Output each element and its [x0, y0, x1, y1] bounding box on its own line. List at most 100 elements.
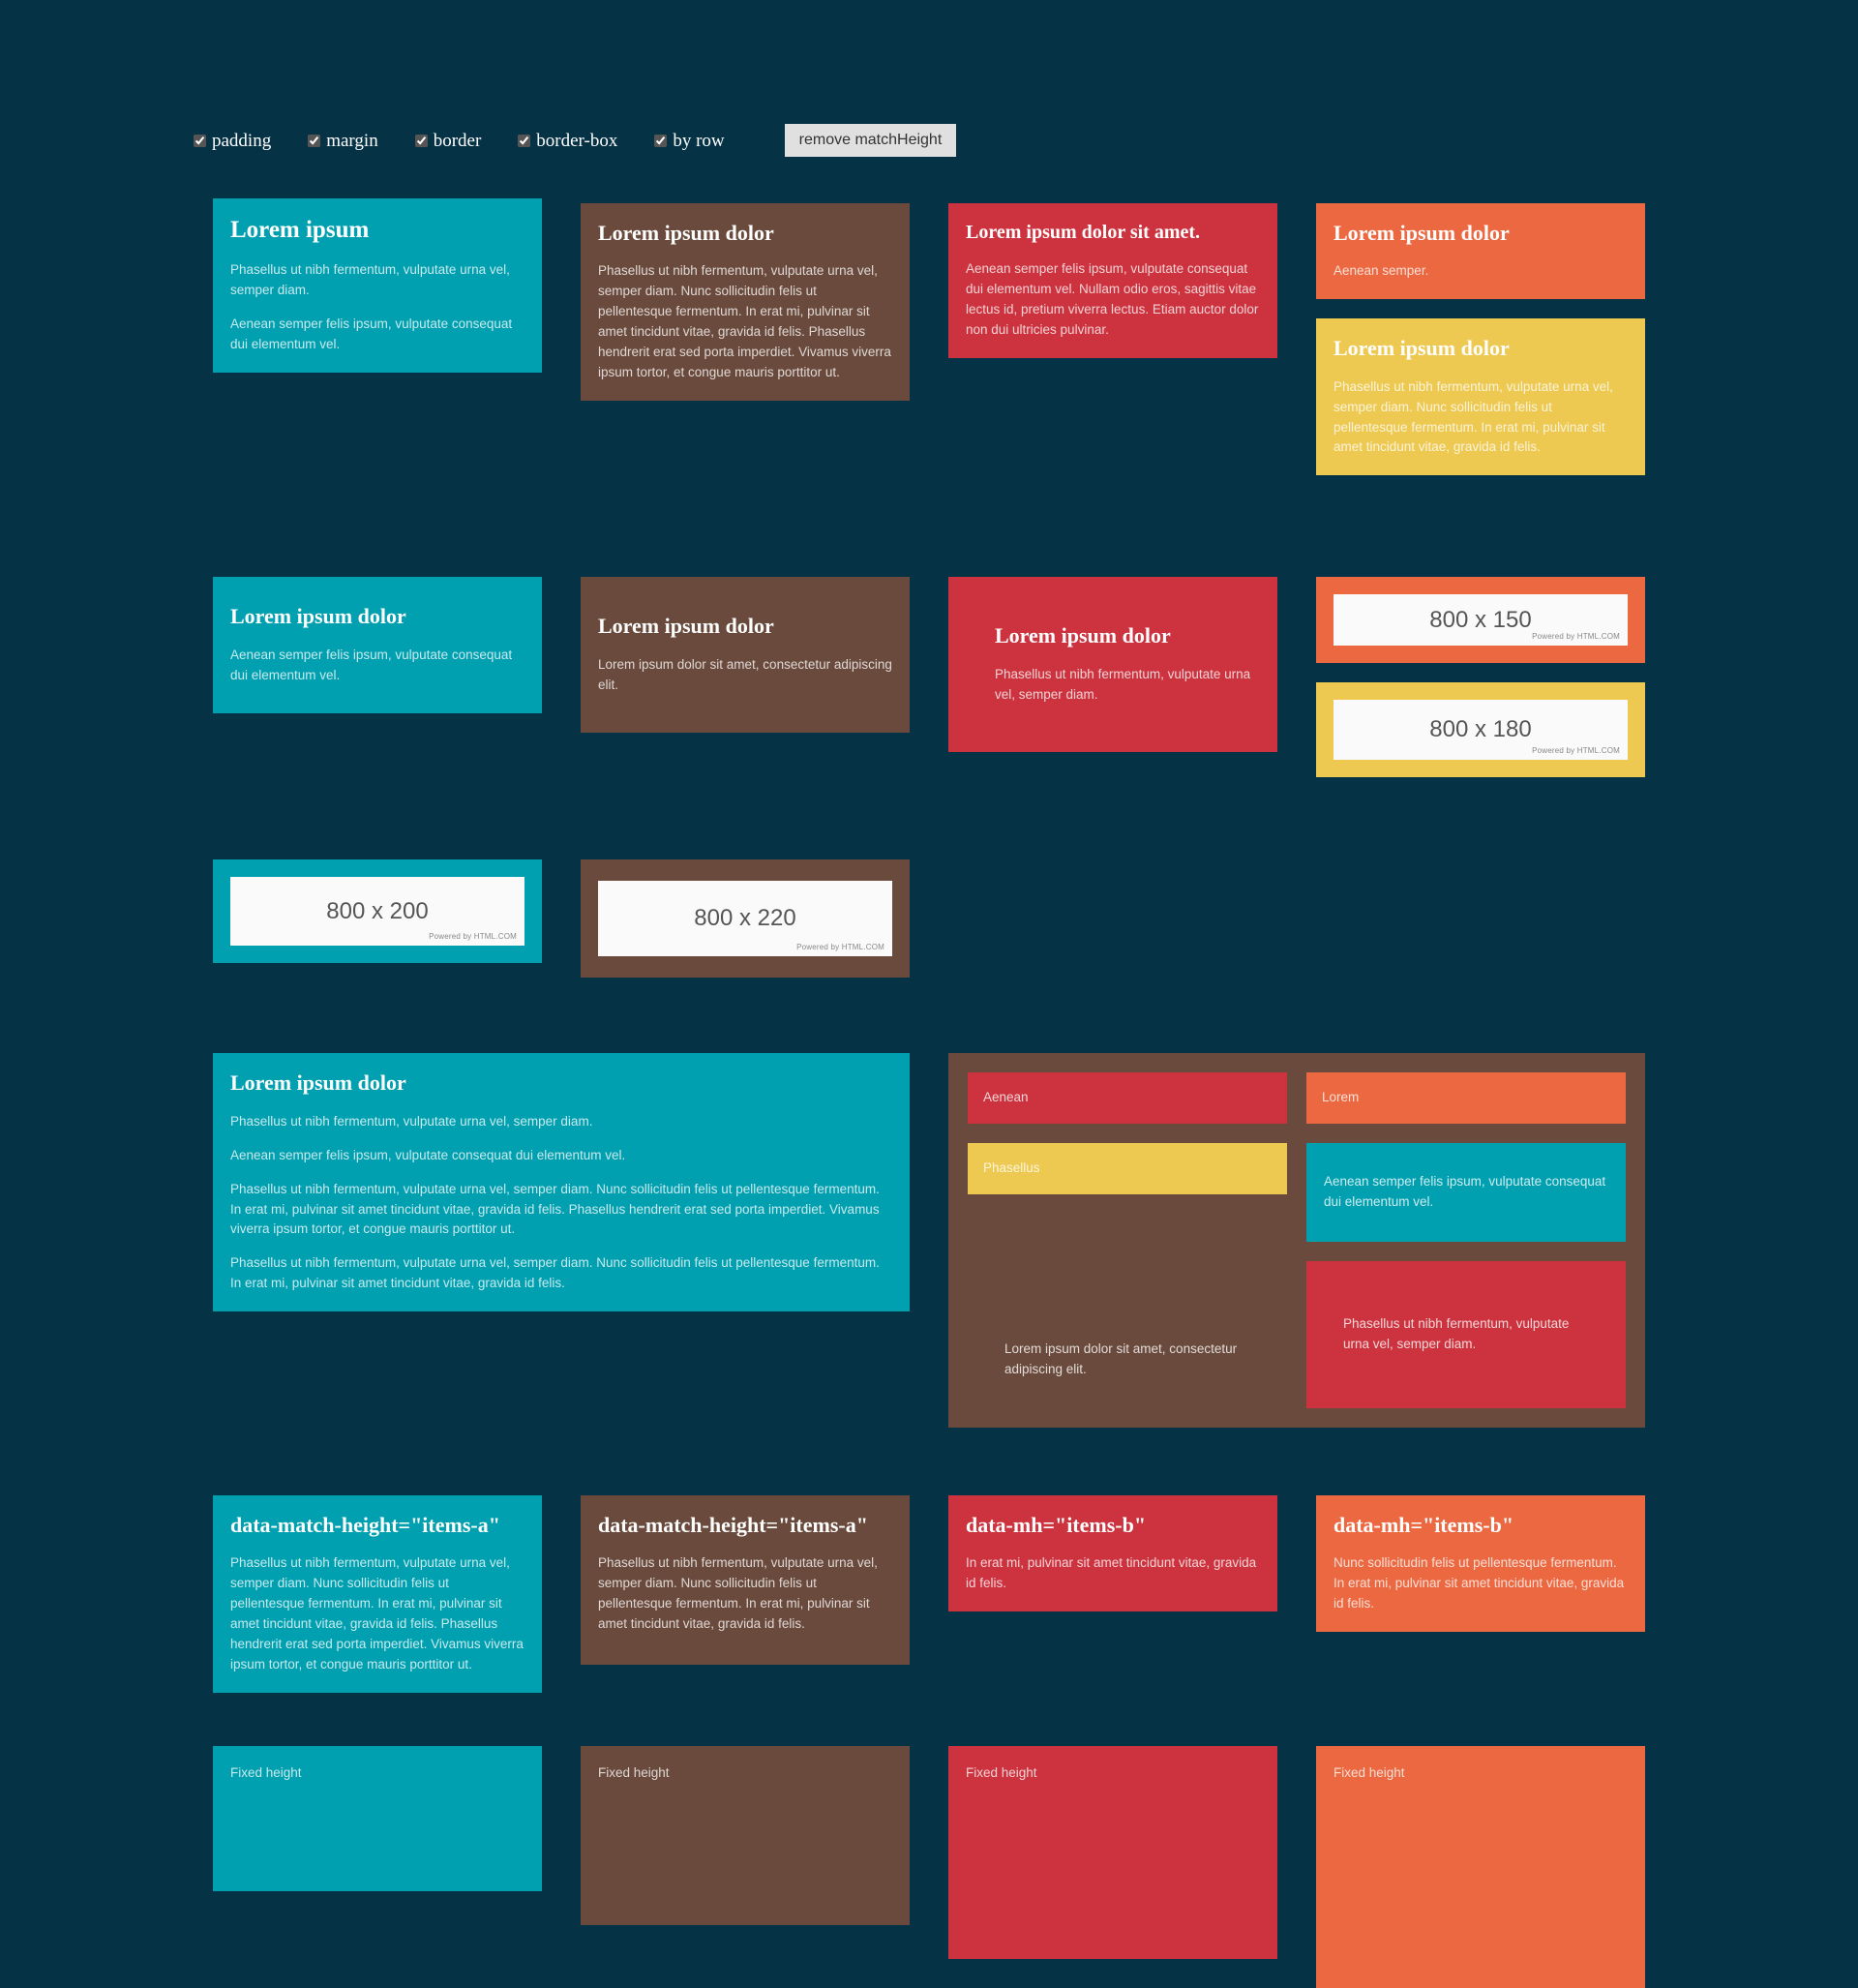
card-image-800x200-teal: 800 x 200 Powered by HTML.COM	[213, 859, 542, 964]
card-data-match-height-items-a-teal: data-match-height="items-a" Phasellus ut…	[213, 1495, 542, 1693]
image-placeholder-label: 800 x 200	[326, 897, 429, 924]
card-heading: data-match-height="items-a"	[598, 1513, 868, 1537]
row2-col3: Lorem ipsum dolor Phasellus ut nibh ferm…	[929, 577, 1297, 777]
card-heading: data-mh="items-b"	[966, 1513, 1147, 1537]
option-border[interactable]: border	[414, 132, 482, 150]
card-paragraph: Phasellus ut nibh fermentum, vulputate u…	[598, 263, 891, 379]
margin-label[interactable]: margin	[326, 132, 377, 150]
padding-checkbox[interactable]	[194, 134, 206, 147]
card-lorem-ipsum-dolor-brown-2: Lorem ipsum dolor Lorem ipsum dolor sit …	[581, 577, 910, 733]
row1-col2: Lorem ipsum dolor Phasellus ut nibh ferm…	[561, 198, 929, 475]
row4-col-right: Aenean Phasellus Lorem ipsum dolor sit a…	[929, 1053, 1664, 1428]
image-placeholder-credit: Powered by HTML.COM	[1532, 746, 1620, 756]
padding-label[interactable]: padding	[212, 132, 271, 150]
option-border-box[interactable]: border-box	[518, 132, 617, 150]
card-heading: data-match-height="items-a"	[230, 1513, 500, 1537]
nested-card-text: Lorem ipsum dolor sit amet, consectetur …	[1004, 1341, 1238, 1377]
option-by-row[interactable]: by row	[654, 132, 725, 150]
demo-grid: Lorem ipsum Phasellus ut nibh fermentum,…	[194, 198, 1664, 1988]
card-lorem-ipsum-dolor-sit-amet-red: Lorem ipsum dolor sit amet. Aenean sempe…	[948, 203, 1277, 358]
card-paragraph: Phasellus ut nibh fermentum, vulputate u…	[230, 1555, 524, 1672]
border-label[interactable]: border	[434, 132, 482, 150]
card-paragraph: Phasellus ut nibh fermentum, vulputate u…	[230, 262, 510, 297]
border-box-label[interactable]: border-box	[536, 132, 617, 150]
nested-card-group-brown: Aenean Phasellus Lorem ipsum dolor sit a…	[948, 1053, 1645, 1428]
fixed-height-label: Fixed height	[966, 1764, 1037, 1780]
card-lorem-ipsum-dolor-brown: Lorem ipsum dolor Phasellus ut nibh ferm…	[581, 203, 910, 401]
nested-column-right: Lorem Aenean semper felis ipsum, vulputa…	[1297, 1072, 1626, 1408]
row6-col3: Fixed height	[929, 1745, 1297, 1988]
option-padding[interactable]: padding	[194, 132, 271, 150]
row3-col4	[1297, 859, 1664, 978]
nested-card-text: Aenean	[983, 1090, 1029, 1105]
card-fixed-height-brown: Fixed height	[581, 1745, 910, 1925]
nested-card-lorem-orange: Lorem	[1306, 1072, 1626, 1125]
option-margin[interactable]: margin	[308, 132, 378, 150]
row2-col2: Lorem ipsum dolor Lorem ipsum dolor sit …	[561, 577, 929, 777]
card-fixed-height-teal: Fixed height	[213, 1745, 542, 1891]
row1-col4: Lorem ipsum dolor Aenean semper. Lorem i…	[1297, 198, 1664, 476]
card-paragraph: Aenean semper felis ipsum, vulputate con…	[966, 261, 1259, 337]
image-placeholder-credit: Powered by HTML.COM	[796, 943, 884, 952]
row5-col2: data-match-height="items-a" Phasellus ut…	[561, 1495, 929, 1693]
row1-col1: Lorem ipsum Phasellus ut nibh fermentum,…	[194, 198, 561, 475]
card-aenean-semper-orange: Lorem ipsum dolor Aenean semper.	[1316, 203, 1645, 300]
row4-col-left: Lorem ipsum dolor Phasellus ut nibh ferm…	[194, 1053, 929, 1428]
row6-col1: Fixed height	[194, 1745, 561, 1988]
margin-checkbox[interactable]	[308, 134, 321, 147]
image-placeholder-label: 800 x 180	[1429, 716, 1532, 743]
border-box-checkbox[interactable]	[518, 134, 531, 147]
image-placeholder-credit: Powered by HTML.COM	[1532, 632, 1620, 642]
card-heading: Lorem ipsum	[230, 217, 370, 243]
image-placeholder-800x200: 800 x 200 Powered by HTML.COM	[230, 877, 524, 947]
card-heading: Lorem ipsum dolor	[230, 604, 406, 629]
card-data-match-height-items-a-brown: data-match-height="items-a" Phasellus ut…	[581, 1495, 910, 1665]
row-5: data-match-height="items-a" Phasellus ut…	[194, 1495, 1664, 1693]
nested-card-text: Phasellus	[983, 1160, 1040, 1176]
fixed-height-label: Fixed height	[1334, 1764, 1405, 1780]
image-placeholder-label: 800 x 150	[1429, 606, 1532, 633]
card-paragraph: Aenean semper felis ipsum, vulputate con…	[230, 1147, 626, 1162]
border-checkbox[interactable]	[414, 134, 428, 147]
row5-col4: data-mh="items-b" Nunc sollicitudin feli…	[1297, 1495, 1664, 1693]
remove-matchheight-button[interactable]: remove matchHeight	[784, 124, 957, 157]
image-placeholder-800x220: 800 x 220 Powered by HTML.COM	[598, 881, 892, 957]
nested-text-lorem-ipsum: Lorem ipsum dolor sit amet, consectetur …	[968, 1214, 1287, 1396]
card-data-mh-items-b-orange: data-mh="items-b" Nunc sollicitudin feli…	[1316, 1495, 1645, 1633]
nested-column-left: Aenean Phasellus Lorem ipsum dolor sit a…	[968, 1072, 1297, 1408]
card-data-mh-items-b-red: data-mh="items-b" In erat mi, pulvinar s…	[948, 1495, 1277, 1612]
card-paragraph: Phasellus ut nibh fermentum, vulputate u…	[230, 1181, 880, 1237]
card-fixed-height-orange: Fixed height	[1316, 1745, 1645, 1988]
card-lorem-ipsum-dolor-red-2: Lorem ipsum dolor Phasellus ut nibh ferm…	[948, 577, 1277, 752]
card-image-800x180-yellow: 800 x 180 Powered by HTML.COM	[1316, 682, 1645, 778]
card-paragraph: Aenean semper felis ipsum, vulputate con…	[230, 647, 513, 682]
row3-col3	[929, 859, 1297, 978]
row-1: Lorem ipsum Phasellus ut nibh fermentum,…	[194, 198, 1664, 476]
card-lorem-ipsum-dolor-yellow: Lorem ipsum dolor Phasellus ut nibh ferm…	[1316, 318, 1645, 476]
row3-col2: 800 x 220 Powered by HTML.COM	[561, 859, 929, 979]
by-row-checkbox[interactable]	[654, 134, 668, 147]
card-paragraph: Aenean semper felis ipsum, vulputate con…	[230, 316, 513, 351]
nested-card-phasellus-red: Phasellus ut nibh fermentum, vulputate u…	[1306, 1261, 1626, 1408]
card-lorem-ipsum-teal: Lorem ipsum Phasellus ut nibh fermentum,…	[213, 198, 542, 373]
card-paragraph: Phasellus ut nibh fermentum, vulputate u…	[230, 1255, 880, 1291]
by-row-label[interactable]: by row	[673, 132, 724, 150]
row5-col1: data-match-height="items-a" Phasellus ut…	[194, 1495, 561, 1693]
card-paragraph: Lorem ipsum dolor sit amet, consectetur …	[598, 656, 892, 692]
nested-card-aenean-semper-teal: Aenean semper felis ipsum, vulputate con…	[1306, 1143, 1626, 1243]
card-fixed-height-red: Fixed height	[948, 1745, 1277, 1959]
image-placeholder-label: 800 x 220	[694, 905, 796, 932]
card-heading: Lorem ipsum dolor	[598, 614, 774, 639]
options-toolbar: padding margin border border-box by row …	[194, 124, 957, 157]
row2-col4: 800 x 150 Powered by HTML.COM 800 x 180 …	[1297, 577, 1664, 778]
card-paragraph: Phasellus ut nibh fermentum, vulputate u…	[598, 1555, 878, 1632]
row5-col3: data-mh="items-b" In erat mi, pulvinar s…	[929, 1495, 1297, 1693]
row2-col1: Lorem ipsum dolor Aenean semper felis ip…	[194, 577, 561, 777]
row-6: Fixed height Fixed height Fixed height F…	[194, 1745, 1664, 1988]
nested-card-phasellus-yellow: Phasellus	[968, 1143, 1287, 1195]
card-paragraph: In erat mi, pulvinar sit amet tincidunt …	[966, 1555, 1257, 1591]
card-heading: Lorem ipsum dolor	[1334, 221, 1510, 245]
card-lorem-ipsum-dolor-teal-large: Lorem ipsum dolor Phasellus ut nibh ferm…	[213, 1053, 910, 1312]
